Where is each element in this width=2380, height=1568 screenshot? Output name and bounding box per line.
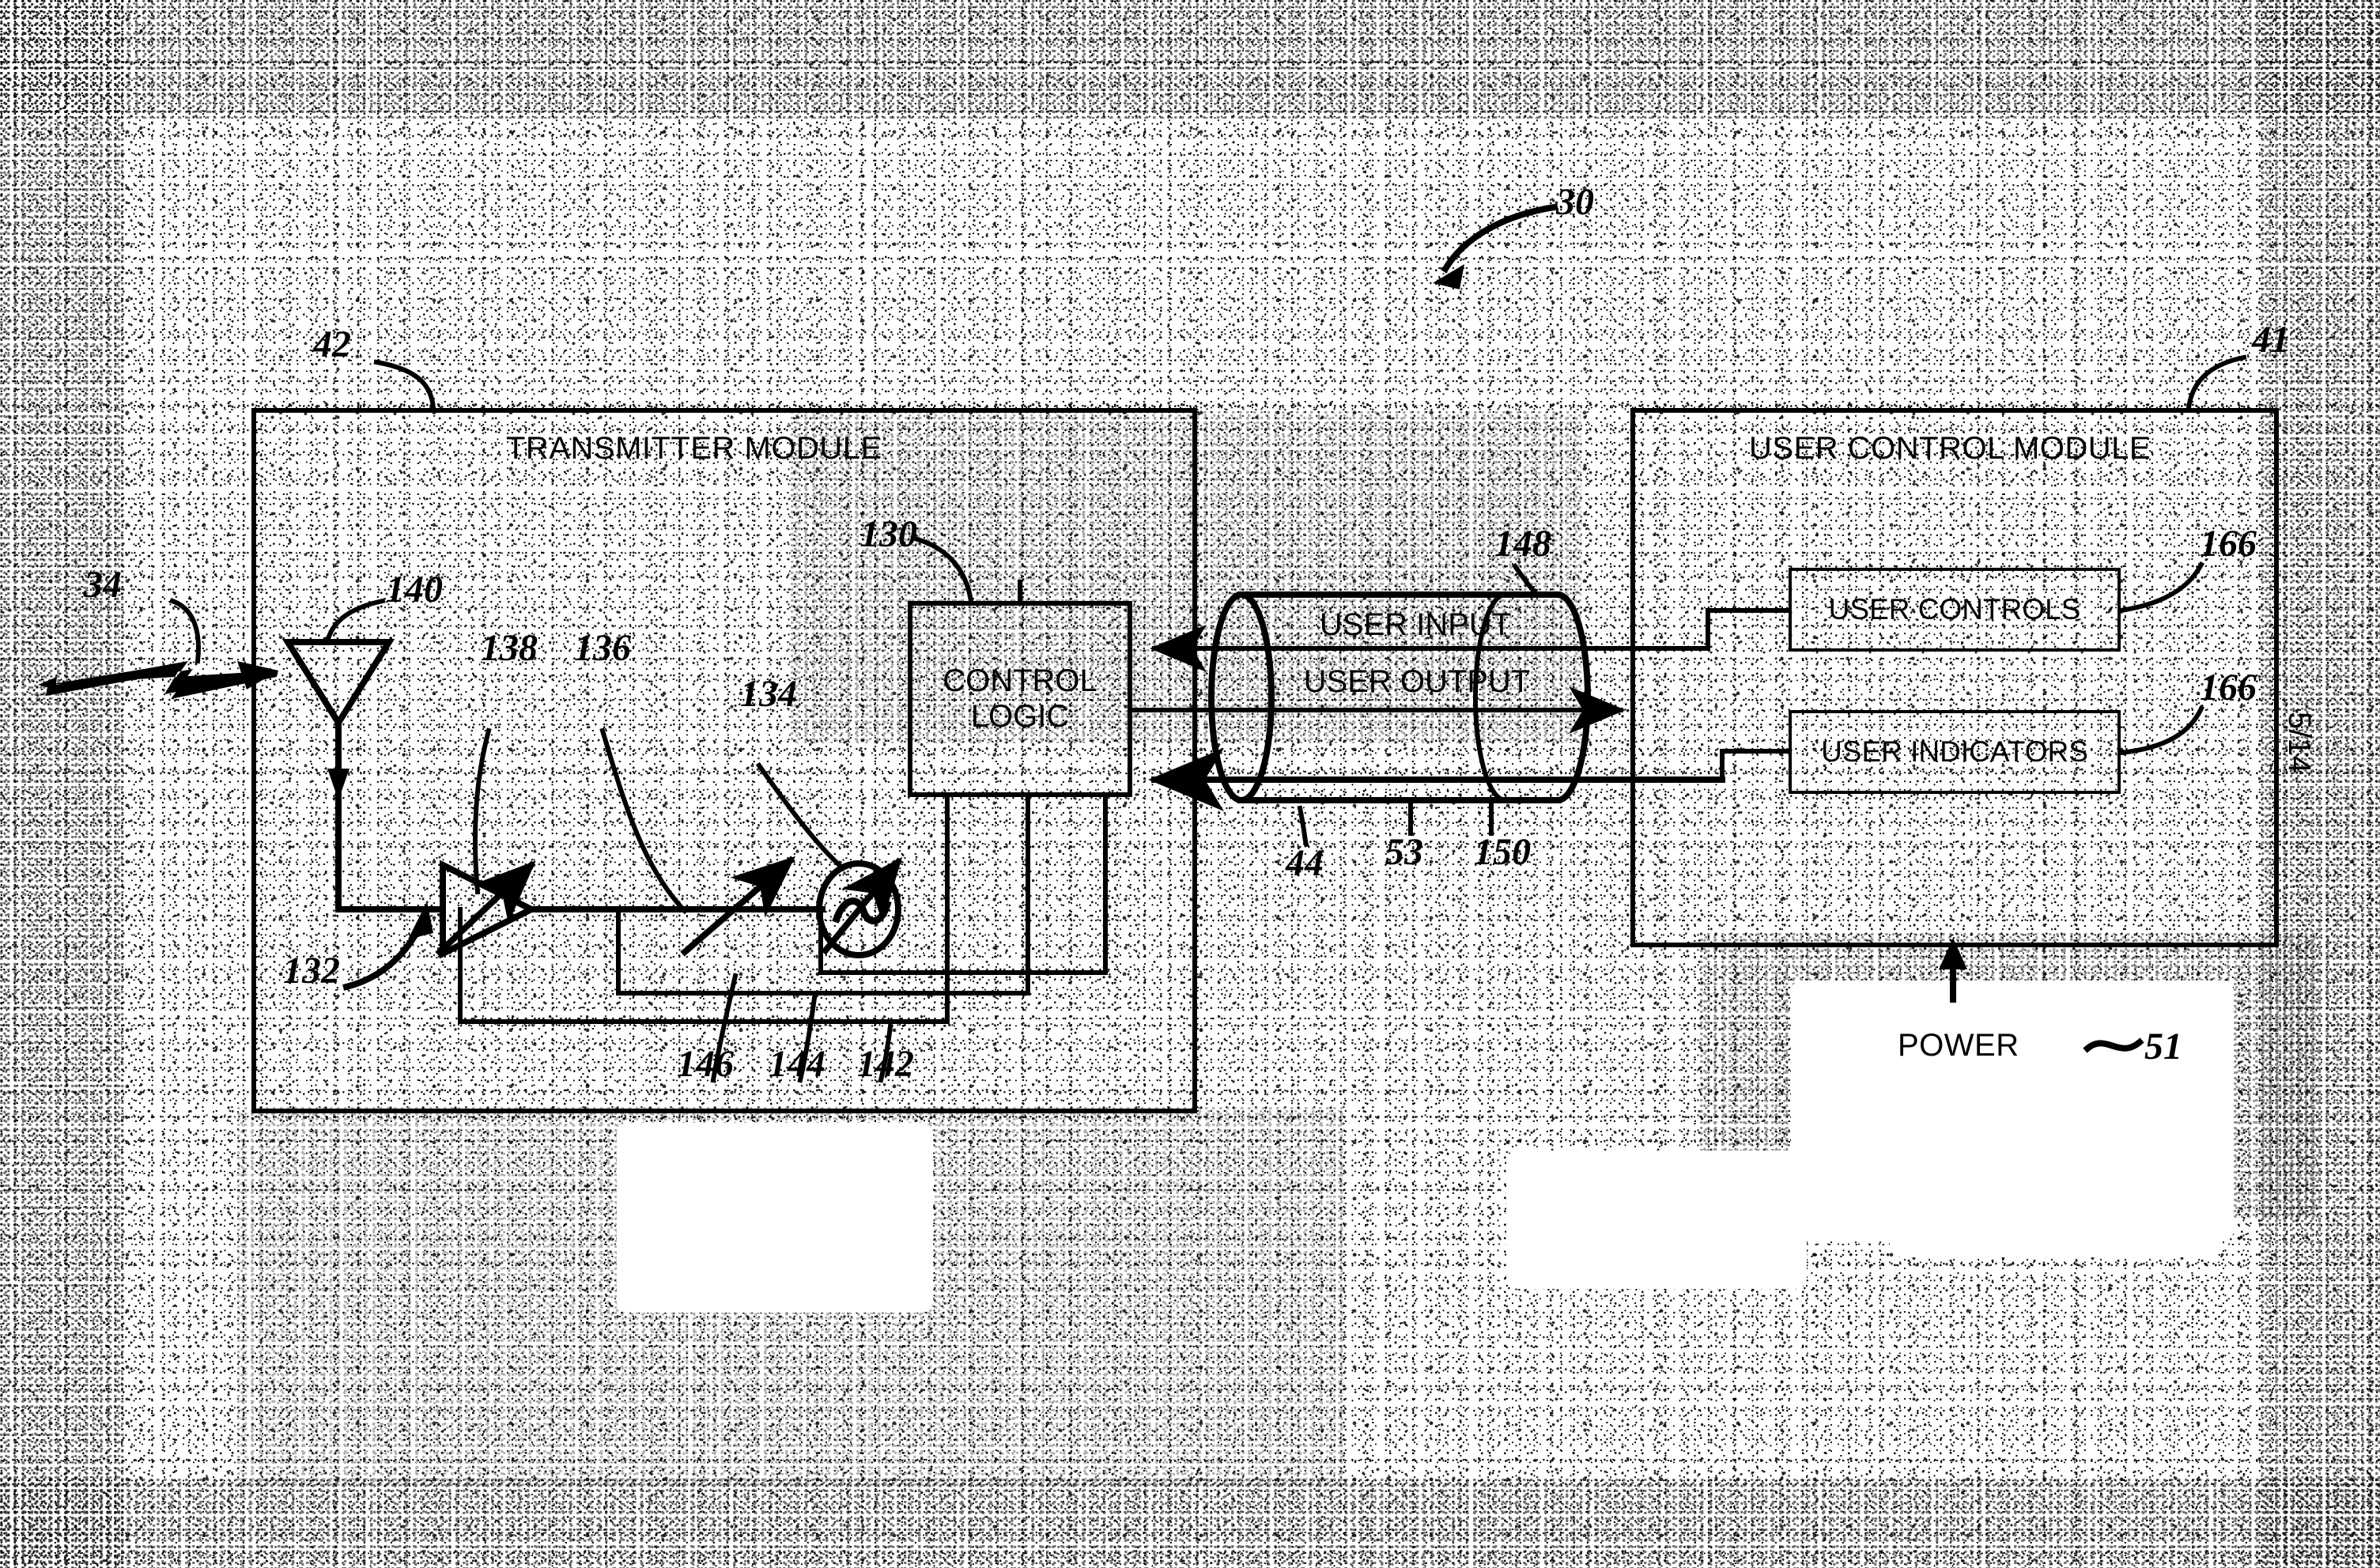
- ref-label-146: 146: [677, 1043, 734, 1085]
- ref-label-44: 44: [1286, 842, 1324, 884]
- ref-label-148: 148: [1494, 523, 1551, 565]
- ref-label-51: 51: [2144, 1026, 2182, 1067]
- ref-label-150: 150: [1474, 831, 1531, 873]
- ref-label-130: 130: [860, 513, 917, 555]
- patent-figure-sheet: TRANSMITTER MODULE USER CONTROL MODULE C…: [0, 0, 2380, 1568]
- ref-label-41: 41: [2252, 319, 2290, 361]
- diagram-vectors: [38, 203, 2247, 1083]
- ref-label-53: 53: [1385, 831, 1423, 873]
- ref-label-144: 144: [769, 1043, 825, 1085]
- ref-label-166-indicators: 166: [2200, 667, 2257, 708]
- ref-label-134: 134: [740, 673, 797, 715]
- ref-label-132: 132: [283, 950, 340, 992]
- ref-label-136: 136: [574, 627, 631, 669]
- ref-label-138: 138: [481, 627, 538, 669]
- ref-label-166-controls: 166: [2200, 523, 2257, 565]
- ref-label-140: 140: [386, 569, 443, 610]
- ref-label-42: 42: [313, 323, 351, 365]
- ref-label-142: 142: [857, 1043, 914, 1085]
- ref-label-30: 30: [1556, 181, 1594, 223]
- ref-label-34: 34: [84, 564, 122, 606]
